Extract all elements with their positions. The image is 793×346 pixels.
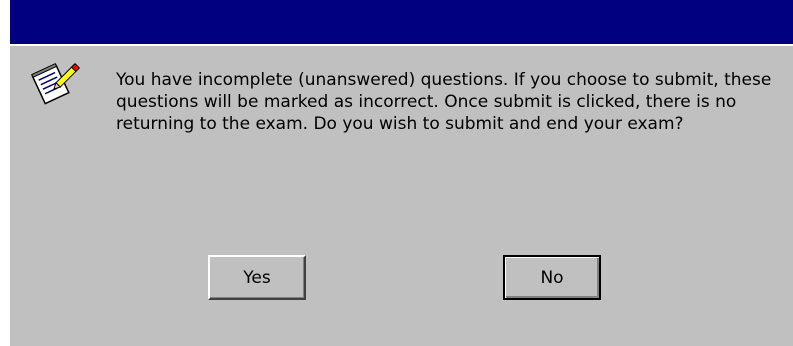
dialog-message: You have incomplete (unanswered) questio… <box>116 70 772 134</box>
dialog-titlebar[interactable] <box>10 0 793 44</box>
no-button[interactable]: No <box>503 255 601 300</box>
dialog-body: You have incomplete (unanswered) questio… <box>10 44 793 346</box>
yes-button[interactable]: Yes <box>208 255 306 300</box>
notepad-pencil-icon <box>30 61 81 105</box>
confirm-submit-dialog: You have incomplete (unanswered) questio… <box>10 0 793 346</box>
